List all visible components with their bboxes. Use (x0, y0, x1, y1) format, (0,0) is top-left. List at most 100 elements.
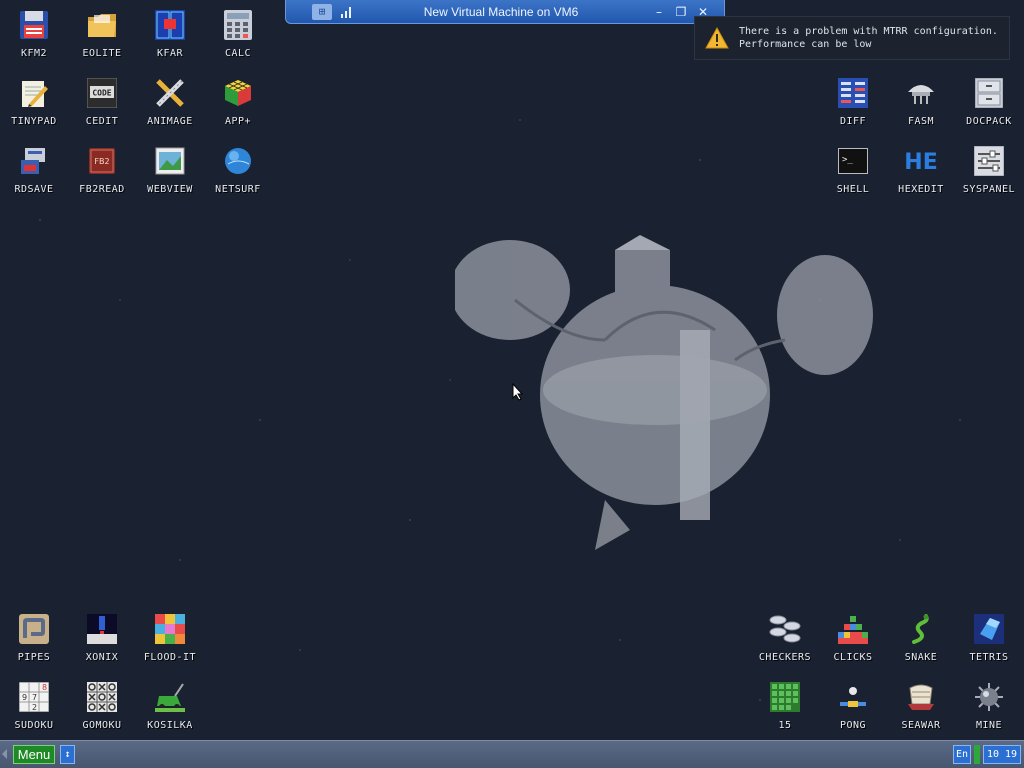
icon-netsurf[interactable]: NETSURF (204, 136, 272, 200)
ship-icon (904, 680, 938, 714)
lawn-mower-icon (153, 680, 187, 714)
icon-label: CALC (224, 48, 252, 59)
mine-bomb-icon (972, 680, 1006, 714)
pin-icon[interactable]: ⊞ (312, 3, 332, 20)
cabinet-icon (972, 76, 1006, 110)
icon-label: WEBVIEW (147, 184, 193, 195)
icon-label: CLICKS (833, 652, 873, 663)
menu-button[interactable]: Menu (13, 745, 55, 764)
icon-label: PONG (839, 720, 867, 731)
icon-rdsave[interactable]: RDSAVE (0, 136, 68, 200)
tic-tac-toe-icon (85, 680, 119, 714)
icon-gomoku[interactable]: GOMOKU (68, 672, 136, 736)
taskbar-switch-icon[interactable]: ↕ (60, 745, 75, 764)
icon-pong[interactable]: PONG (819, 672, 887, 736)
restore-button[interactable]: ❐ (670, 5, 692, 19)
icon-eolite[interactable]: EOLITE (68, 0, 136, 64)
colored-blocks-icon (836, 612, 870, 646)
book-icon: FB2 (85, 144, 119, 178)
icon-label: PIPES (17, 652, 51, 663)
signal-icon (341, 6, 351, 18)
icon-label: FLOOD-IT (143, 652, 197, 663)
terminal-icon: >_ (836, 144, 870, 178)
calculator-icon (221, 8, 255, 42)
icon-label: ANIMAGE (147, 116, 193, 127)
code-editor-icon: CODE (85, 76, 119, 110)
disk-save-icon (17, 144, 51, 178)
icon-label: XONIX (85, 652, 119, 663)
icon-floodit[interactable]: FLOOD-IT (136, 604, 204, 668)
icon-label: CHECKERS (758, 652, 812, 663)
icon-cedit[interactable]: CODE CEDIT (68, 68, 136, 132)
icon-tinypad[interactable]: TINYPAD (0, 68, 68, 132)
icon-label: KOSILKA (147, 720, 193, 731)
icon-label: GOMOKU (82, 720, 122, 731)
icon-label: KFM2 (20, 48, 48, 59)
icon-animage[interactable]: ANIMAGE (136, 68, 204, 132)
snake-icon (904, 612, 938, 646)
icon-label: TINYPAD (11, 116, 57, 127)
svg-text:9: 9 (22, 693, 27, 702)
icon-label: SHELL (836, 184, 870, 195)
icon-seawar[interactable]: SEAWAR (887, 672, 955, 736)
clock[interactable]: 10 19 (983, 745, 1021, 764)
icon-label: TETRIS (969, 652, 1009, 663)
icon-syspanel[interactable]: SYSPANEL (955, 136, 1023, 200)
tetris-block-icon (972, 612, 1006, 646)
icon-label: DIFF (839, 116, 867, 127)
icon-tetris[interactable]: TETRIS (955, 604, 1023, 668)
icon-fb2read[interactable]: FB2 FB2READ (68, 136, 136, 200)
fasm-chip-icon (904, 76, 938, 110)
icon-label: MINE (975, 720, 1003, 731)
icon-label: EOLITE (82, 48, 122, 59)
icon-xonix[interactable]: XONIX (68, 604, 136, 668)
icon-docpack[interactable]: DOCPACK (955, 68, 1023, 132)
taskbar-scroll-left-icon[interactable] (2, 749, 7, 759)
icon-label: SEAWAR (901, 720, 941, 731)
svg-text:>_: >_ (842, 155, 853, 165)
icon-label: APP+ (224, 116, 252, 127)
notepad-pencil-icon (17, 76, 51, 110)
mouse-cursor-icon (512, 383, 524, 401)
icon-fasm[interactable]: FASM (887, 68, 955, 132)
kfar-panels-icon (153, 8, 187, 42)
pencil-ruler-icon (153, 76, 187, 110)
window-title: New Virtual Machine on VM6 (423, 4, 579, 19)
icon-checkers[interactable]: CHECKERS (751, 604, 819, 668)
icon-sudoku[interactable]: 978 2 SUDOKU (0, 672, 68, 736)
fifteen-puzzle-icon (768, 680, 802, 714)
vm-title-bar[interactable]: ⊞ New Virtual Machine on VM6 – ❐ ✕ (285, 0, 725, 24)
icon-clicks[interactable]: CLICKS (819, 604, 887, 668)
icon-diff[interactable]: DIFF (819, 68, 887, 132)
icon-webview[interactable]: WEBVIEW (136, 136, 204, 200)
icon-appplus[interactable]: APP+ (204, 68, 272, 132)
icon-calc[interactable]: CALC (204, 0, 272, 64)
rubiks-cube-icon (221, 76, 255, 110)
cpu-usage-indicator (974, 745, 980, 764)
icon-pipes[interactable]: PIPES (0, 604, 68, 668)
svg-text:HE: HE (905, 150, 937, 175)
icon-kfar[interactable]: KFAR (136, 0, 204, 64)
icon-label: SYSPANEL (962, 184, 1016, 195)
icon-hexedit[interactable]: HE HEXEDIT (887, 136, 955, 200)
keyboard-layout-indicator[interactable]: En (953, 745, 971, 764)
icon-kfm2[interactable]: KFM2 (0, 0, 68, 64)
icon-mine[interactable]: MINE (955, 672, 1023, 736)
icon-shell[interactable]: >_ SHELL (819, 136, 887, 200)
folder-icon (85, 8, 119, 42)
icon-label: NETSURF (215, 184, 261, 195)
icon-label: DOCPACK (966, 116, 1012, 127)
web-page-icon (153, 144, 187, 178)
icon-snake[interactable]: SNAKE (887, 604, 955, 668)
icon-label: FB2READ (79, 184, 125, 195)
minimize-button[interactable]: – (648, 5, 670, 19)
sliders-panel-icon (972, 144, 1006, 178)
pipes-icon (17, 612, 51, 646)
hex-editor-icon: HE (904, 144, 938, 178)
icon-label: CEDIT (85, 116, 119, 127)
icon-fifteen[interactable]: 15 (751, 672, 819, 736)
svg-text:7: 7 (32, 693, 37, 702)
mtrr-notification[interactable]: There is a problem with MTRR configurati… (694, 16, 1010, 60)
icon-kosilka[interactable]: KOSILKA (136, 672, 204, 736)
icon-label: HEXEDIT (898, 184, 944, 195)
